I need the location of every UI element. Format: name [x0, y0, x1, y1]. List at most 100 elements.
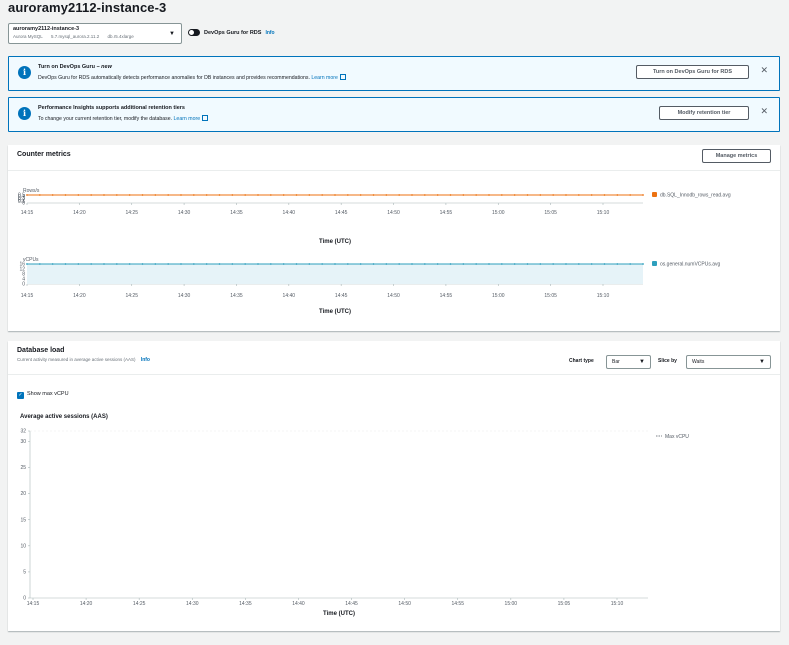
- x-axis-title-1: Time (UTC): [319, 309, 351, 315]
- data-point: [167, 194, 170, 196]
- y-tick-label: 15: [20, 517, 26, 523]
- data-point: [244, 194, 247, 196]
- x-tick-label: 14:15: [21, 293, 34, 299]
- data-point: [64, 263, 67, 265]
- x-tick-label: 14:55: [440, 293, 453, 299]
- data-point: [577, 263, 580, 265]
- y-tick-label: 20: [20, 491, 26, 497]
- y-tick-label: 25: [20, 465, 26, 471]
- data-point: [577, 194, 580, 196]
- data-point: [462, 194, 465, 196]
- data-point: [38, 194, 41, 196]
- x-tick-label: 14:30: [186, 601, 199, 607]
- data-point: [629, 263, 632, 265]
- data-point: [565, 194, 567, 196]
- data-point: [282, 194, 285, 196]
- info-icon: i: [18, 107, 31, 120]
- data-point: [295, 194, 298, 196]
- x-tick-label: 14:30: [178, 210, 191, 216]
- x-tick-label: 15:10: [597, 210, 610, 216]
- x-tick-label: 14:55: [451, 601, 464, 607]
- data-point: [411, 194, 413, 196]
- data-point: [642, 263, 644, 265]
- data-point: [128, 263, 131, 265]
- data-point: [488, 194, 490, 196]
- x-tick-label: 14:50: [387, 210, 400, 216]
- x-tick-label: 15:05: [558, 601, 571, 607]
- counter-metrics-panel: Counter metrics Manage metrics Rows/s 0.5…: [8, 145, 780, 331]
- data-point: [244, 263, 247, 265]
- instance-version: 5.7.mysql_aurora.2.11.2: [51, 34, 100, 39]
- data-point: [539, 194, 542, 196]
- x-tick-label: 14:15: [27, 601, 40, 607]
- devops-guru-flashbar: i Turn on DevOps Guru – new DevOps Guru …: [8, 56, 780, 91]
- modify-retention-tier-button[interactable]: Modify retention tier: [659, 106, 749, 120]
- data-point: [334, 263, 336, 265]
- devops-info-link[interactable]: Info: [265, 30, 274, 36]
- data-point: [257, 263, 259, 265]
- data-point: [321, 263, 324, 265]
- data-point: [603, 194, 606, 196]
- x-tick-label: 14:15: [21, 210, 34, 216]
- data-point: [475, 263, 478, 265]
- data-point: [436, 194, 439, 196]
- data-point: [167, 263, 170, 265]
- devops-guru-toggle-group: DevOps Guru for RDS Info: [188, 29, 275, 36]
- y-tick-label: 0: [22, 201, 25, 207]
- x-tick-label: 14:45: [335, 293, 348, 299]
- data-point: [103, 263, 105, 265]
- data-point: [500, 194, 503, 196]
- data-point: [141, 263, 144, 265]
- x-tick-label: 14:50: [387, 293, 400, 299]
- close-icon[interactable]: ✕: [760, 65, 768, 76]
- x-tick-label: 14:35: [230, 210, 243, 216]
- x-tick-label: 14:25: [133, 601, 146, 607]
- data-point: [372, 263, 375, 265]
- x-tick-label: 14:40: [283, 210, 296, 216]
- data-point: [38, 263, 41, 265]
- data-point: [385, 194, 388, 196]
- data-point: [308, 194, 311, 196]
- y-axis-label-1: vCPUs: [23, 257, 39, 263]
- data-point: [90, 194, 93, 196]
- data-point: [218, 194, 221, 196]
- x-tick-label: 15:05: [544, 293, 557, 299]
- turn-on-devops-guru-button[interactable]: Turn on DevOps Guru for RDS: [636, 65, 749, 79]
- learn-more-link[interactable]: Learn more: [311, 75, 338, 81]
- data-point: [552, 194, 555, 196]
- close-icon[interactable]: ✕: [760, 106, 768, 117]
- y-tick-label: 10: [20, 543, 26, 549]
- data-point: [423, 263, 426, 265]
- instance-select[interactable]: auroramy2112-instance-3 Aurora MySQL 5.7…: [8, 23, 182, 44]
- devops-guru-toggle[interactable]: [188, 29, 200, 36]
- x-tick-label: 14:45: [335, 210, 348, 216]
- data-point: [64, 194, 67, 196]
- x-axis-title-0: Time (UTC): [319, 239, 351, 245]
- database-load-chart: 3230252015105014:15 14:20 14:25 14:30 14:35 1…: [20, 429, 689, 617]
- x-tick-label: 14:35: [230, 293, 243, 299]
- data-point: [231, 263, 234, 265]
- x-tick-label: 15:00: [492, 210, 505, 216]
- data-point: [359, 194, 362, 196]
- data-point: [334, 194, 336, 196]
- data-point: [115, 194, 118, 196]
- data-point: [269, 194, 272, 196]
- data-point: [449, 194, 452, 196]
- data-point: [26, 194, 28, 196]
- data-point: [154, 263, 157, 265]
- data-point: [154, 194, 157, 196]
- x-tick-label: 14:30: [178, 293, 191, 299]
- data-point: [513, 263, 516, 265]
- data-point: [192, 263, 195, 265]
- retention-flashbar: i Performance Insights supports addition…: [8, 97, 780, 132]
- data-point: [359, 263, 362, 265]
- x-tick-label: 15:00: [505, 601, 518, 607]
- flash-body: DevOps Guru for RDS automatically detect…: [38, 74, 346, 81]
- legend-swatch: [652, 192, 657, 197]
- learn-more-link[interactable]: Learn more: [174, 116, 201, 122]
- data-point: [205, 263, 208, 265]
- legend-label: db.SQL_Innodb_rows_read.avg: [660, 193, 731, 199]
- flash-body-text: To change your current retention tier, m…: [38, 116, 173, 122]
- external-link-icon: [202, 115, 209, 121]
- y-tick-label: 0: [22, 282, 25, 288]
